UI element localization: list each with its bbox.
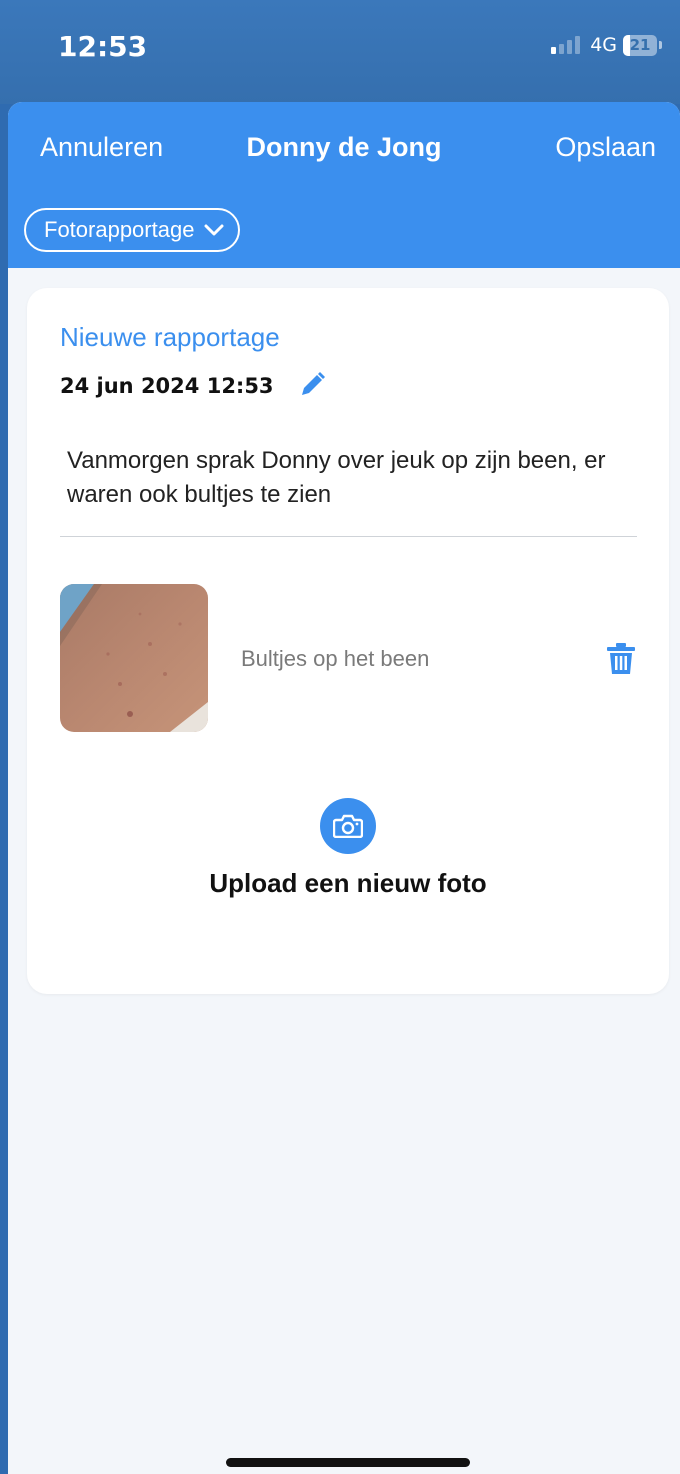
- upload-photo-button[interactable]: [320, 798, 376, 854]
- status-indicators: 4G 21: [551, 34, 662, 56]
- report-type-dropdown[interactable]: Fotorapportage: [24, 208, 241, 252]
- photo-caption[interactable]: Bultjes op het been: [241, 646, 429, 672]
- status-bar: 12:53 4G 21: [0, 0, 680, 104]
- navigation-bar: Annuleren Donny de Jong Opslaan Fotorapp…: [8, 102, 680, 268]
- camera-icon: [333, 814, 363, 838]
- battery-percent: 21: [629, 35, 651, 54]
- photo-thumbnail[interactable]: [60, 584, 208, 732]
- report-type-label: Fotorapportage: [44, 217, 195, 242]
- report-card: Nieuwe rapportage 24 jun 2024 12:53 Vanm…: [27, 288, 669, 994]
- home-indicator[interactable]: [226, 1458, 470, 1467]
- chevron-down-icon: [204, 224, 224, 236]
- pencil-icon[interactable]: [297, 370, 327, 400]
- battery-icon: 21: [623, 34, 662, 56]
- report-datetime: 24 jun 2024 12:53: [60, 374, 274, 398]
- report-sheet: Annuleren Donny de Jong Opslaan Fotorapp…: [8, 102, 680, 1474]
- status-time: 12:53: [58, 30, 148, 63]
- report-title: Nieuwe rapportage: [60, 322, 280, 352]
- signal-icon: [551, 36, 581, 54]
- upload-photo-label[interactable]: Upload een nieuw foto: [27, 868, 669, 899]
- cancel-button[interactable]: Annuleren: [40, 132, 163, 163]
- save-button[interactable]: Opslaan: [555, 132, 656, 163]
- network-type: 4G: [590, 34, 617, 56]
- divider: [60, 536, 637, 537]
- trash-icon[interactable]: [605, 642, 637, 676]
- report-note[interactable]: Vanmorgen sprak Donny over jeuk op zijn …: [67, 444, 607, 512]
